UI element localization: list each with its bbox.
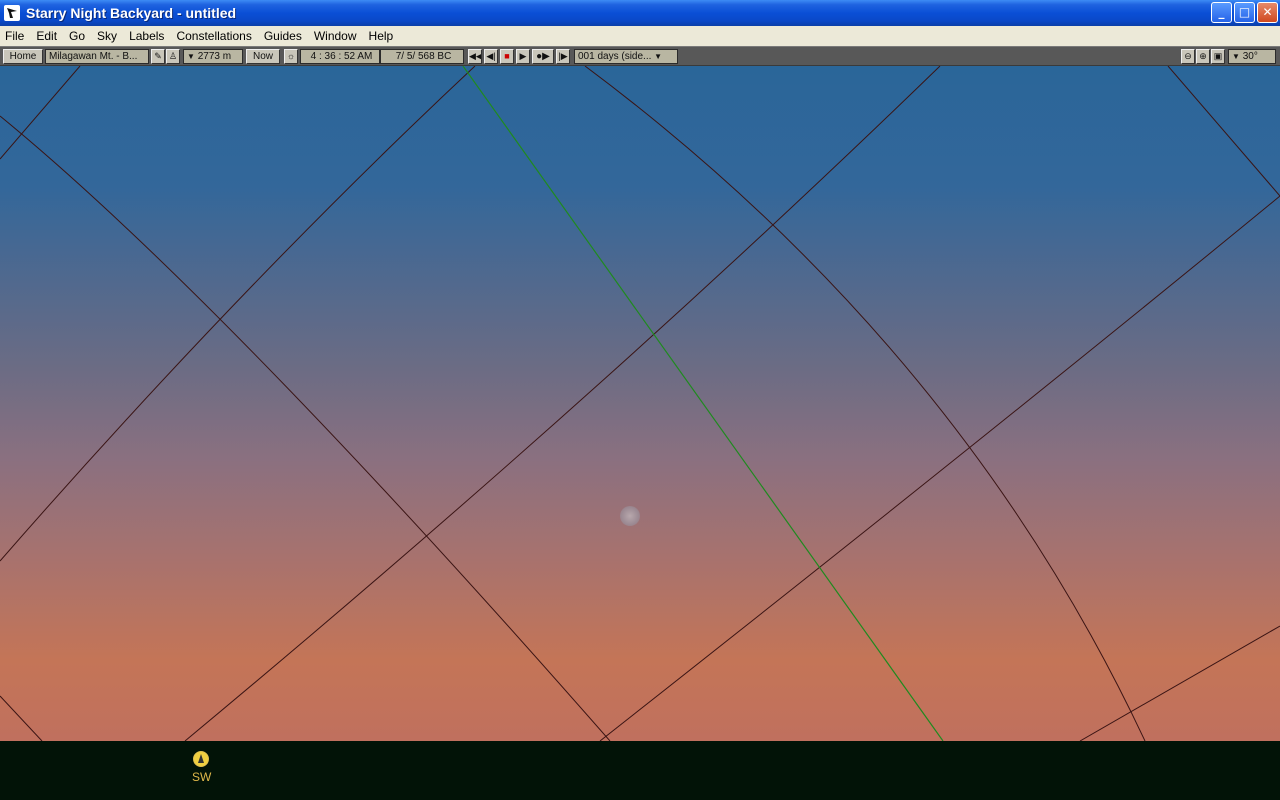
zoom-box-icon[interactable]: ▣ <box>1211 49 1225 64</box>
grid-line <box>1167 66 1280 197</box>
grid-line <box>599 195 1280 741</box>
title-bar: Starry Night Backyard - untitled _ □ ✕ <box>0 0 1280 26</box>
fast-forward-button[interactable]: |▶ <box>556 49 570 64</box>
zoom-out-icon[interactable]: ⊖ <box>1181 49 1195 64</box>
fast-reverse-button[interactable]: ◀◀ <box>468 49 482 64</box>
minimize-button[interactable]: _ <box>1211 2 1232 23</box>
app-icon[interactable] <box>4 5 20 21</box>
time-step-field[interactable]: 001 days (side... ▼ <box>574 49 678 64</box>
menu-guides[interactable]: Guides <box>258 26 308 46</box>
time-step-dropdown-icon[interactable]: ▼ <box>654 52 662 61</box>
grid-line <box>584 66 1146 741</box>
sky-view[interactable] <box>0 66 1280 741</box>
compass-direction-label: SW <box>192 770 212 784</box>
menu-go[interactable]: Go <box>63 26 91 46</box>
grid-line <box>0 66 476 562</box>
coordinate-grid <box>0 66 1280 741</box>
menu-bar: File Edit Go Sky Labels Constellations G… <box>0 26 1280 46</box>
step-forward-button[interactable]: ●▶ <box>532 49 554 64</box>
menu-help[interactable]: Help <box>363 26 400 46</box>
grid-line <box>0 66 81 160</box>
elevation-value: 2773 m <box>197 51 232 62</box>
grid-line <box>0 115 611 741</box>
grid-line <box>0 695 43 741</box>
maximize-button[interactable]: □ <box>1234 2 1255 23</box>
time-step-value: 001 days (side... <box>578 51 652 62</box>
window-controls: _ □ ✕ <box>1211 2 1278 23</box>
compass-icon <box>193 751 209 767</box>
zoom-in-icon[interactable]: ⊕ <box>1196 49 1210 64</box>
ecliptic-line <box>462 66 944 741</box>
observer-icon[interactable]: ♙ <box>166 49 180 64</box>
location-tool-icon[interactable]: ✎ <box>151 49 165 64</box>
elevation-field[interactable]: ▼ 2773 m <box>183 49 243 64</box>
menu-window[interactable]: Window <box>308 26 363 46</box>
menu-edit[interactable]: Edit <box>30 26 63 46</box>
field-of-view-field[interactable]: ▼ 30° <box>1228 49 1276 64</box>
home-button[interactable]: Home <box>3 49 43 64</box>
moon[interactable] <box>620 506 640 526</box>
close-button[interactable]: ✕ <box>1257 2 1278 23</box>
elevation-dropdown-icon[interactable]: ▼ <box>187 52 195 61</box>
play-button[interactable]: ▶ <box>516 49 530 64</box>
control-toolbar: Home Milagawan Mt. - B... ✎ ♙ ▼ 2773 m N… <box>0 46 1280 66</box>
location-field[interactable]: Milagawan Mt. - B... <box>45 49 149 64</box>
menu-labels[interactable]: Labels <box>123 26 170 46</box>
step-back-button[interactable]: ◀| <box>484 49 498 64</box>
window-title: Starry Night Backyard - untitled <box>26 5 237 21</box>
menu-constellations[interactable]: Constellations <box>170 26 257 46</box>
grid-line <box>184 66 941 741</box>
now-button[interactable]: Now <box>246 49 280 64</box>
date-field[interactable]: 7/ 5/ 568 BC <box>380 49 464 64</box>
grid-line <box>1079 625 1280 741</box>
sky-grid <box>0 66 1280 741</box>
time-field[interactable]: 4 : 36 : 52 AM <box>300 49 380 64</box>
menu-sky[interactable]: Sky <box>91 26 123 46</box>
fov-dropdown-icon[interactable]: ▼ <box>1232 52 1240 61</box>
menu-file[interactable]: File <box>0 26 30 46</box>
stop-button[interactable]: ■ <box>500 49 514 64</box>
sun-clock-icon[interactable]: ☼ <box>284 49 298 64</box>
fov-value: 30° <box>1242 51 1258 62</box>
